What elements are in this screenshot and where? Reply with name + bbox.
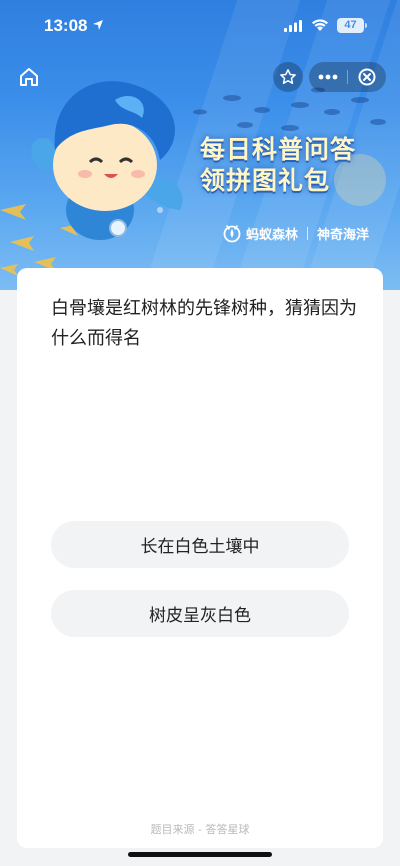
mini-program-capsule bbox=[309, 62, 386, 92]
brand-separator bbox=[307, 226, 309, 240]
close-icon bbox=[358, 68, 376, 86]
battery-icon: 47 bbox=[337, 18, 364, 33]
question-text: 白骨壤是红树林的先锋树种，猜猜因为什么而得名 bbox=[51, 298, 357, 349]
brand-row: 蚂蚁森林 神奇海洋 bbox=[222, 222, 369, 244]
mascot-illustration bbox=[31, 81, 183, 240]
quiz-card: 白骨壤是红树林的先锋树种，猜猜因为什么而得名 长在白色土壤中 树皮呈灰白色 题目… bbox=[17, 268, 383, 848]
status-time: 13:08 bbox=[44, 16, 88, 35]
favorite-button[interactable] bbox=[273, 62, 303, 92]
answer-option-1[interactable]: 长在白色土壤中 bbox=[51, 521, 349, 568]
home-indicator[interactable] bbox=[128, 852, 272, 857]
banner-title-line2: 领拼图礼包 bbox=[200, 166, 331, 195]
signal-icon bbox=[284, 20, 302, 32]
banner: 13:08 47 每日科普问答 领拼图礼包 蚂蚁森林 神奇海洋 bbox=[0, 0, 400, 290]
more-icon bbox=[318, 74, 338, 80]
battery-cap bbox=[365, 23, 367, 28]
question-source: 题目来源 - 答答星球 bbox=[150, 823, 250, 836]
answer-option-2[interactable]: 树皮呈灰白色 bbox=[51, 590, 349, 637]
wifi-icon bbox=[312, 19, 328, 31]
home-icon bbox=[20, 68, 38, 86]
banner-title-line1: 每日科普问答 bbox=[200, 135, 357, 164]
banner-title: 每日科普问答 领拼图礼包 bbox=[200, 134, 390, 196]
ant-forest-logo-icon bbox=[223, 225, 241, 243]
brand-partner: 神奇海洋 bbox=[317, 227, 370, 243]
home-button[interactable] bbox=[14, 62, 44, 92]
brand-name: 蚂蚁森林 bbox=[246, 227, 299, 243]
close-button[interactable] bbox=[348, 62, 386, 92]
more-button[interactable] bbox=[309, 62, 347, 92]
status-bar: 13:08 47 bbox=[0, 0, 400, 54]
location-arrow-icon bbox=[93, 20, 103, 30]
star-icon bbox=[280, 69, 296, 85]
